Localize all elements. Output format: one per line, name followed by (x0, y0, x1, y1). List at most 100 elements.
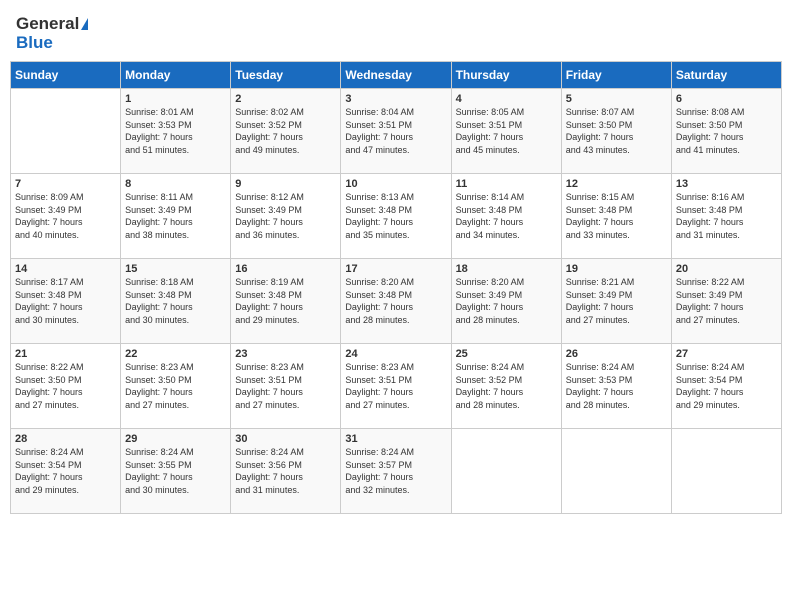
day-number: 25 (456, 348, 557, 360)
day-number: 26 (566, 348, 667, 360)
calendar-cell: 15Sunrise: 8:18 AMSunset: 3:48 PMDayligh… (121, 259, 231, 344)
calendar-cell: 30Sunrise: 8:24 AMSunset: 3:56 PMDayligh… (231, 429, 341, 514)
day-info: Sunrise: 8:22 AMSunset: 3:49 PMDaylight:… (676, 276, 777, 326)
day-number: 15 (125, 263, 226, 275)
day-number: 19 (566, 263, 667, 275)
day-info: Sunrise: 8:24 AMSunset: 3:54 PMDaylight:… (676, 361, 777, 411)
calendar-week-row: 1Sunrise: 8:01 AMSunset: 3:53 PMDaylight… (11, 89, 782, 174)
calendar-header-row: SundayMondayTuesdayWednesdayThursdayFrid… (11, 62, 782, 89)
calendar-cell (451, 429, 561, 514)
calendar-week-row: 14Sunrise: 8:17 AMSunset: 3:48 PMDayligh… (11, 259, 782, 344)
calendar-cell: 5Sunrise: 8:07 AMSunset: 3:50 PMDaylight… (561, 89, 671, 174)
day-number: 11 (456, 178, 557, 190)
page-header: General Blue (10, 10, 782, 55)
calendar-header-sunday: Sunday (11, 62, 121, 89)
day-info: Sunrise: 8:24 AMSunset: 3:53 PMDaylight:… (566, 361, 667, 411)
day-info: Sunrise: 8:08 AMSunset: 3:50 PMDaylight:… (676, 106, 777, 156)
day-info: Sunrise: 8:24 AMSunset: 3:57 PMDaylight:… (345, 446, 446, 496)
day-info: Sunrise: 8:23 AMSunset: 3:51 PMDaylight:… (345, 361, 446, 411)
calendar-header-wednesday: Wednesday (341, 62, 451, 89)
calendar-header-tuesday: Tuesday (231, 62, 341, 89)
day-info: Sunrise: 8:22 AMSunset: 3:50 PMDaylight:… (15, 361, 116, 411)
calendar-cell: 17Sunrise: 8:20 AMSunset: 3:48 PMDayligh… (341, 259, 451, 344)
logo-general-text: General (16, 14, 79, 34)
day-number: 12 (566, 178, 667, 190)
calendar-cell: 8Sunrise: 8:11 AMSunset: 3:49 PMDaylight… (121, 174, 231, 259)
day-info: Sunrise: 8:02 AMSunset: 3:52 PMDaylight:… (235, 106, 336, 156)
calendar-week-row: 7Sunrise: 8:09 AMSunset: 3:49 PMDaylight… (11, 174, 782, 259)
day-number: 30 (235, 433, 336, 445)
calendar-cell (671, 429, 781, 514)
calendar-table: SundayMondayTuesdayWednesdayThursdayFrid… (10, 61, 782, 514)
day-number: 2 (235, 93, 336, 105)
day-number: 13 (676, 178, 777, 190)
day-info: Sunrise: 8:05 AMSunset: 3:51 PMDaylight:… (456, 106, 557, 156)
calendar-cell: 20Sunrise: 8:22 AMSunset: 3:49 PMDayligh… (671, 259, 781, 344)
day-info: Sunrise: 8:12 AMSunset: 3:49 PMDaylight:… (235, 191, 336, 241)
day-info: Sunrise: 8:21 AMSunset: 3:49 PMDaylight:… (566, 276, 667, 326)
calendar-week-row: 28Sunrise: 8:24 AMSunset: 3:54 PMDayligh… (11, 429, 782, 514)
day-number: 23 (235, 348, 336, 360)
calendar-cell: 2Sunrise: 8:02 AMSunset: 3:52 PMDaylight… (231, 89, 341, 174)
day-number: 20 (676, 263, 777, 275)
calendar-cell: 23Sunrise: 8:23 AMSunset: 3:51 PMDayligh… (231, 344, 341, 429)
day-number: 4 (456, 93, 557, 105)
logo-blue-text: Blue (16, 34, 53, 51)
calendar-cell: 26Sunrise: 8:24 AMSunset: 3:53 PMDayligh… (561, 344, 671, 429)
calendar-cell: 10Sunrise: 8:13 AMSunset: 3:48 PMDayligh… (341, 174, 451, 259)
day-info: Sunrise: 8:20 AMSunset: 3:48 PMDaylight:… (345, 276, 446, 326)
day-number: 9 (235, 178, 336, 190)
calendar-cell: 31Sunrise: 8:24 AMSunset: 3:57 PMDayligh… (341, 429, 451, 514)
day-number: 5 (566, 93, 667, 105)
logo: General Blue (16, 14, 88, 51)
day-number: 29 (125, 433, 226, 445)
calendar-cell: 3Sunrise: 8:04 AMSunset: 3:51 PMDaylight… (341, 89, 451, 174)
calendar-cell: 18Sunrise: 8:20 AMSunset: 3:49 PMDayligh… (451, 259, 561, 344)
calendar-cell: 11Sunrise: 8:14 AMSunset: 3:48 PMDayligh… (451, 174, 561, 259)
day-number: 17 (345, 263, 446, 275)
day-info: Sunrise: 8:19 AMSunset: 3:48 PMDaylight:… (235, 276, 336, 326)
calendar-cell: 24Sunrise: 8:23 AMSunset: 3:51 PMDayligh… (341, 344, 451, 429)
calendar-cell: 16Sunrise: 8:19 AMSunset: 3:48 PMDayligh… (231, 259, 341, 344)
calendar-cell: 19Sunrise: 8:21 AMSunset: 3:49 PMDayligh… (561, 259, 671, 344)
day-info: Sunrise: 8:14 AMSunset: 3:48 PMDaylight:… (456, 191, 557, 241)
calendar-header-saturday: Saturday (671, 62, 781, 89)
calendar-cell: 29Sunrise: 8:24 AMSunset: 3:55 PMDayligh… (121, 429, 231, 514)
calendar-cell (11, 89, 121, 174)
day-number: 10 (345, 178, 446, 190)
calendar-cell: 4Sunrise: 8:05 AMSunset: 3:51 PMDaylight… (451, 89, 561, 174)
day-info: Sunrise: 8:16 AMSunset: 3:48 PMDaylight:… (676, 191, 777, 241)
logo-triangle-icon (81, 18, 88, 30)
calendar-cell: 12Sunrise: 8:15 AMSunset: 3:48 PMDayligh… (561, 174, 671, 259)
day-info: Sunrise: 8:15 AMSunset: 3:48 PMDaylight:… (566, 191, 667, 241)
calendar-cell: 6Sunrise: 8:08 AMSunset: 3:50 PMDaylight… (671, 89, 781, 174)
calendar-cell: 25Sunrise: 8:24 AMSunset: 3:52 PMDayligh… (451, 344, 561, 429)
day-number: 7 (15, 178, 116, 190)
day-info: Sunrise: 8:04 AMSunset: 3:51 PMDaylight:… (345, 106, 446, 156)
calendar-cell: 1Sunrise: 8:01 AMSunset: 3:53 PMDaylight… (121, 89, 231, 174)
day-number: 1 (125, 93, 226, 105)
day-info: Sunrise: 8:09 AMSunset: 3:49 PMDaylight:… (15, 191, 116, 241)
day-info: Sunrise: 8:18 AMSunset: 3:48 PMDaylight:… (125, 276, 226, 326)
day-info: Sunrise: 8:17 AMSunset: 3:48 PMDaylight:… (15, 276, 116, 326)
day-number: 8 (125, 178, 226, 190)
day-info: Sunrise: 8:11 AMSunset: 3:49 PMDaylight:… (125, 191, 226, 241)
day-info: Sunrise: 8:24 AMSunset: 3:56 PMDaylight:… (235, 446, 336, 496)
calendar-cell: 7Sunrise: 8:09 AMSunset: 3:49 PMDaylight… (11, 174, 121, 259)
calendar-header-friday: Friday (561, 62, 671, 89)
day-number: 14 (15, 263, 116, 275)
calendar-cell: 21Sunrise: 8:22 AMSunset: 3:50 PMDayligh… (11, 344, 121, 429)
calendar-cell: 28Sunrise: 8:24 AMSunset: 3:54 PMDayligh… (11, 429, 121, 514)
day-number: 21 (15, 348, 116, 360)
calendar-cell: 14Sunrise: 8:17 AMSunset: 3:48 PMDayligh… (11, 259, 121, 344)
day-number: 16 (235, 263, 336, 275)
day-info: Sunrise: 8:24 AMSunset: 3:54 PMDaylight:… (15, 446, 116, 496)
calendar-header-monday: Monday (121, 62, 231, 89)
day-info: Sunrise: 8:24 AMSunset: 3:55 PMDaylight:… (125, 446, 226, 496)
day-number: 22 (125, 348, 226, 360)
day-number: 31 (345, 433, 446, 445)
calendar-cell: 22Sunrise: 8:23 AMSunset: 3:50 PMDayligh… (121, 344, 231, 429)
calendar-header-thursday: Thursday (451, 62, 561, 89)
calendar-cell (561, 429, 671, 514)
calendar-cell: 13Sunrise: 8:16 AMSunset: 3:48 PMDayligh… (671, 174, 781, 259)
